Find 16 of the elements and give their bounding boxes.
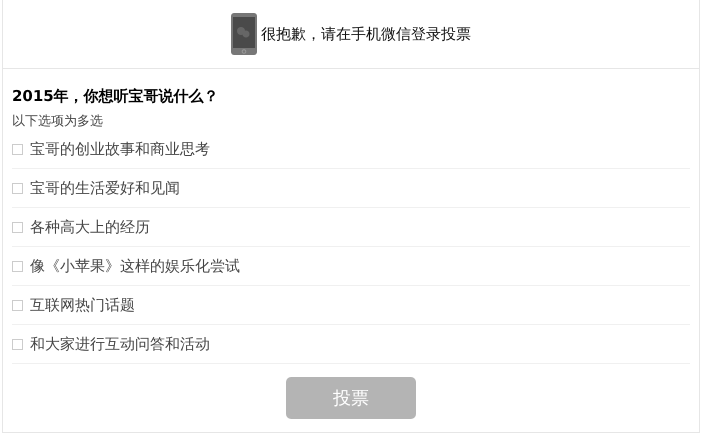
option-label[interactable]: 宝哥的创业故事和商业思考 bbox=[30, 140, 210, 158]
option-label[interactable]: 互联网热门话题 bbox=[30, 296, 135, 314]
checkbox[interactable] bbox=[12, 300, 23, 310]
question-hint: 以下选项为多选 bbox=[12, 113, 104, 130]
checkbox[interactable] bbox=[12, 222, 23, 232]
option-label[interactable]: 像《小苹果》这样的娱乐化尝试 bbox=[30, 256, 240, 276]
option-label[interactable]: 宝哥的生活爱好和见闻 bbox=[30, 178, 180, 198]
checkbox[interactable] bbox=[12, 260, 23, 272]
option-label[interactable]: 和大家进行互动问答和活动 bbox=[30, 334, 210, 354]
option-label[interactable]: 各种高大上的经历 bbox=[30, 218, 150, 236]
checkbox[interactable] bbox=[12, 338, 23, 350]
phone-icon bbox=[231, 13, 257, 55]
question-title: 2015年，你想听宝哥说什么？ bbox=[12, 87, 220, 106]
checkbox[interactable] bbox=[12, 182, 23, 194]
checkbox[interactable] bbox=[12, 144, 23, 154]
notice-text: 很抱歉，请在手机微信登录投票 bbox=[261, 24, 471, 44]
